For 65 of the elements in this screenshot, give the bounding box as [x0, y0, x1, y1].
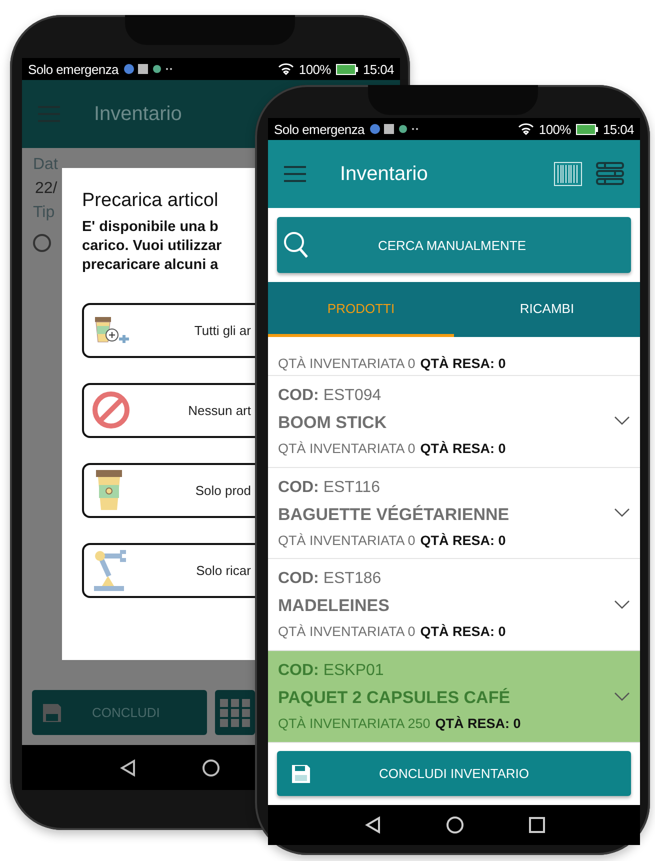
- dialog-message: E' disponibile una b carico. Vuoi utilizzar precaricare alcuni a: [82, 218, 223, 275]
- option-button[interactable]: Nessun art: [82, 382, 255, 438]
- returned-quantity: QTÀ RESA: 0: [420, 624, 506, 640]
- finish-inventory-button[interactable]: CONCLUDI INVENTARIO: [277, 751, 631, 796]
- list-row[interactable]: COD: EST094 BOOM STICK QTÀ INVENTARIATA 0 QTÀ RESA: 0: [268, 376, 640, 468]
- status-carrier: Solo emergenza: [28, 62, 118, 76]
- status-time: 15:04: [362, 62, 394, 76]
- tab[interactable]: RICAMBI: [454, 282, 640, 337]
- returned-quantity: QTÀ RESA: 0: [420, 356, 506, 371]
- battery-percent: 100%: [298, 62, 331, 76]
- dialog-title: Precarica articol: [82, 190, 220, 212]
- option-button[interactable]: Solo prod: [82, 462, 255, 518]
- app-title: Inventario: [94, 102, 182, 126]
- counted-quantity: QTÀ INVENTARIATA 250: [278, 716, 430, 732]
- notification-icons: [369, 123, 420, 135]
- returned-quantity: QTÀ RESA: 0: [435, 716, 521, 732]
- returned-quantity: QTÀ RESA: 0: [420, 440, 506, 456]
- chevron-down-icon[interactable]: [614, 692, 630, 702]
- prohibited-icon: [92, 391, 130, 430]
- radio-button[interactable]: [33, 234, 51, 252]
- date-value: 22/: [35, 180, 58, 198]
- list-row[interactable]: COD: ESKP01 PAQUET 2 CAPSULES CAFÉ QTÀ INVENTARIATA 250 QTÀ RESA: 0: [268, 651, 640, 743]
- option-button[interactable]: Solo ricar: [82, 542, 255, 598]
- wifi-icon: [518, 123, 534, 135]
- search-icon: [283, 231, 309, 259]
- search-button[interactable]: CERCA MANUALMENTE: [277, 217, 631, 273]
- grid-button[interactable]: [215, 690, 255, 735]
- counted-quantity: QTÀ INVENTARIATA 0: [278, 356, 416, 371]
- item-code: COD: EST094: [278, 386, 382, 405]
- item-name: PAQUET 2 CAPSULES CAFÉ: [278, 688, 512, 708]
- home-icon[interactable]: [446, 816, 464, 834]
- wifi-icon: [278, 63, 294, 75]
- recent-apps-icon[interactable]: [529, 817, 545, 833]
- item-code: COD: EST116: [278, 478, 381, 497]
- sliders-icon[interactable]: [596, 161, 624, 187]
- item-name: BAGUETTE VÉGÉTARIENNE: [278, 504, 510, 525]
- counted-quantity: QTÀ INVENTARIATA 0: [278, 440, 416, 456]
- status-carrier: Solo emergenza: [274, 122, 364, 136]
- option-button[interactable]: Tutti gli ar: [82, 302, 255, 358]
- chevron-down-icon[interactable]: [614, 416, 630, 426]
- list-row[interactable]: QTÀ INVENTARIATA 0 QTÀ RESA: 0: [268, 337, 640, 376]
- back-icon[interactable]: [120, 758, 136, 776]
- date-label: Dat: [33, 156, 58, 174]
- type-label: Tip: [33, 204, 55, 222]
- item-name: MADELEINES: [278, 596, 390, 616]
- counted-quantity: QTÀ INVENTARIATA 0: [278, 624, 416, 640]
- list-row[interactable]: COD: EST116 BAGUETTE VÉGÉTARIENNE QTÀ INVENTARIATA 0 QTÀ RESA: 0: [268, 468, 640, 560]
- status-time: 15:04: [602, 122, 634, 136]
- returned-quantity: QTÀ RESA: 0: [420, 532, 506, 548]
- menu-icon[interactable]: [284, 166, 306, 182]
- home-icon[interactable]: [202, 758, 220, 776]
- item-name: BOOM STICK: [278, 412, 388, 433]
- item-code: COD: ESKP01: [278, 662, 385, 680]
- notification-icons: [123, 63, 174, 75]
- battery-icon: [336, 64, 358, 74]
- grid-icon: [220, 698, 250, 726]
- back-icon[interactable]: [365, 816, 381, 834]
- battery-percent: 100%: [538, 122, 571, 136]
- battery-icon: [576, 124, 598, 134]
- chevron-down-icon[interactable]: [614, 508, 630, 518]
- app-title: Inventario: [340, 162, 428, 186]
- counted-quantity: QTÀ INVENTARIATA 0: [278, 532, 416, 548]
- item-code: COD: EST186: [278, 570, 382, 588]
- chevron-down-icon[interactable]: [614, 600, 630, 610]
- barcode-icon[interactable]: [554, 162, 582, 186]
